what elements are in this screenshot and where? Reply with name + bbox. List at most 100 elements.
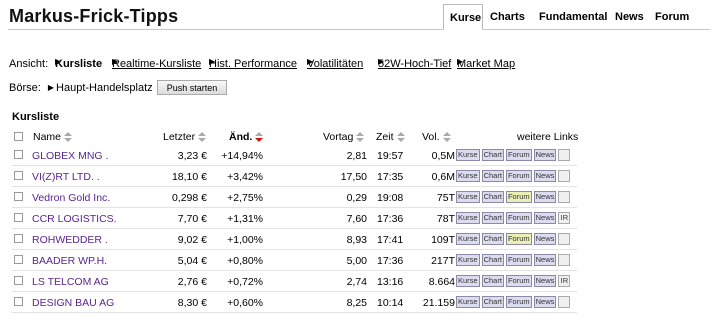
forum-link-button[interactable]: Forum — [505, 254, 532, 266]
chart-link-button[interactable]: Chart — [481, 191, 504, 203]
news-link-button[interactable]: News — [533, 233, 557, 245]
col-name[interactable]: Name — [33, 131, 73, 143]
ir-link-button[interactable]: IR — [558, 275, 571, 287]
forum-link-button[interactable]: Forum — [505, 233, 532, 245]
tab-charts[interactable]: Charts — [484, 4, 531, 30]
stock-name-link[interactable]: BAADER WP.H. — [32, 255, 107, 267]
news-link-button[interactable]: News — [533, 149, 557, 161]
tab-news[interactable]: News — [609, 4, 650, 30]
forum-link-button[interactable]: Forum — [505, 149, 532, 161]
kurse-link-button[interactable]: Kurse — [456, 275, 480, 287]
kurse-link-button[interactable]: Kurse — [456, 254, 480, 266]
forum-link-button[interactable]: Forum — [505, 296, 532, 308]
chart-link-button[interactable]: Chart — [481, 233, 504, 245]
previous-close: 8,25 — [346, 297, 367, 309]
stock-name-link[interactable]: CCR LOGISTICS. — [32, 213, 117, 225]
row-checkbox[interactable] — [14, 150, 23, 159]
table-row: Vedron Gold Inc. 0,298 € +2,75% 0,29 19:08 75… — [0, 187, 717, 208]
kurse-link-button[interactable]: Kurse — [456, 212, 480, 224]
forum-link-button[interactable]: Forum — [505, 275, 532, 287]
push-start-button[interactable]: Push starten — [157, 80, 227, 95]
chart-link-button[interactable]: Chart — [481, 254, 504, 266]
news-link-button[interactable]: News — [533, 296, 557, 308]
select-all-checkbox[interactable] — [14, 132, 23, 141]
forum-link-button[interactable]: Forum — [505, 191, 532, 203]
col-vol[interactable]: Vol. — [422, 131, 451, 143]
stock-name-link[interactable]: Vedron Gold Inc. — [32, 192, 110, 204]
stock-name-link[interactable]: ROHWEDDER . — [32, 234, 108, 246]
triangle-right-icon: ▶ — [378, 57, 385, 66]
triangle-right-icon: ▶ — [209, 57, 216, 66]
tab-kurse[interactable]: Kurse — [443, 4, 483, 30]
kurse-link-button[interactable]: Kurse — [456, 296, 480, 308]
triangle-right-icon: ▶ — [55, 57, 62, 66]
tab-fundamental[interactable]: Fundamental — [533, 4, 613, 30]
news-link-button[interactable]: News — [533, 254, 557, 266]
ir-link-button-empty — [558, 170, 571, 182]
view-volatilitaeten[interactable]: ▶ Volatilitäten — [307, 57, 363, 70]
change-percent: +0,80% — [227, 255, 263, 267]
row-checkbox[interactable] — [14, 171, 23, 180]
last-price: 0,298 € — [171, 192, 207, 204]
news-link-button[interactable]: News — [533, 191, 557, 203]
sort-icon[interactable] — [64, 132, 73, 143]
kurse-link-button[interactable]: Kurse — [456, 170, 480, 182]
row-checkbox[interactable] — [14, 192, 23, 201]
row-checkbox[interactable] — [14, 234, 23, 243]
sort-desc-icon[interactable] — [255, 132, 264, 143]
view-market-map[interactable]: ▶ Market Map — [457, 57, 515, 70]
ir-link-button[interactable]: IR — [558, 212, 571, 224]
chart-link-button[interactable]: Chart — [481, 275, 504, 287]
chart-link-button[interactable]: Chart — [481, 212, 504, 224]
news-link-button[interactable]: News — [533, 275, 557, 287]
row-checkbox[interactable] — [14, 276, 23, 285]
view-realtime-kursliste[interactable]: ▶ Realtime-Kursliste — [112, 57, 201, 70]
row-checkbox[interactable] — [14, 255, 23, 264]
row-checkbox[interactable] — [14, 297, 23, 306]
previous-close: 8,93 — [346, 234, 367, 246]
ir-link-button-empty — [558, 191, 571, 203]
exchange-label: Börse: — [9, 82, 41, 94]
change-percent: +3,42% — [227, 171, 263, 183]
row-checkbox[interactable] — [14, 213, 23, 222]
forum-link-button[interactable]: Forum — [505, 212, 532, 224]
ir-link-button-empty — [558, 233, 571, 245]
chart-link-button[interactable]: Chart — [481, 149, 504, 161]
news-link-button[interactable]: News — [533, 212, 557, 224]
kurse-link-button[interactable]: Kurse — [456, 149, 480, 161]
trade-time: 17:36 — [377, 213, 404, 225]
col-vortag[interactable]: Vortag — [323, 131, 365, 143]
news-link-button[interactable]: News — [533, 170, 557, 182]
stock-name-link[interactable]: VI(Z)RT LTD. . — [32, 171, 100, 183]
chart-link-button[interactable]: Chart — [481, 296, 504, 308]
trade-time: 13:16 — [377, 276, 404, 288]
kurse-link-button[interactable]: Kurse — [456, 233, 480, 245]
col-aend[interactable]: Änd. — [229, 131, 264, 143]
chart-link-button[interactable]: Chart — [481, 170, 504, 182]
trade-time: 17:41 — [377, 234, 404, 246]
stock-name-link[interactable]: LS TELCOM AG — [32, 276, 109, 288]
previous-close: 17,50 — [340, 171, 367, 183]
previous-close: 2,81 — [346, 150, 367, 162]
kurse-link-button[interactable]: Kurse — [456, 191, 480, 203]
exchange-select[interactable]: Haupt-Handelsplatz — [56, 82, 153, 94]
sort-icon[interactable] — [442, 132, 451, 143]
last-price: 18,10 € — [171, 171, 207, 183]
view-hist-performance[interactable]: ▶ Hist. Performance — [209, 57, 297, 70]
sort-icon[interactable] — [396, 132, 405, 143]
row-links: Kurse Chart Forum News — [456, 149, 572, 161]
sort-icon[interactable] — [356, 132, 365, 143]
exchange-row: Börse: ▶ Haupt-Handelsplatz — [9, 82, 153, 94]
view-52w-hoch-tief[interactable]: ▶ 52W-Hoch-Tief — [378, 57, 451, 70]
stock-name-link[interactable]: DESIGN BAU AG — [32, 297, 114, 309]
tab-forum[interactable]: Forum — [649, 4, 695, 30]
triangle-right-icon: ▶ — [112, 57, 119, 66]
sort-icon[interactable] — [198, 132, 207, 143]
table-row: BAADER WP.H. 5,04 € +0,80% 5,00 17:36 217T Kur… — [0, 250, 717, 271]
stock-name-link[interactable]: GLOBEX MNG . — [32, 150, 108, 162]
forum-link-button[interactable]: Forum — [505, 170, 532, 182]
view-kursliste[interactable]: ▶ Kursliste — [55, 57, 102, 70]
col-letzter[interactable]: Letzter — [163, 131, 207, 143]
col-zeit[interactable]: Zeit — [376, 131, 405, 143]
volume: 8.664 — [428, 276, 455, 288]
